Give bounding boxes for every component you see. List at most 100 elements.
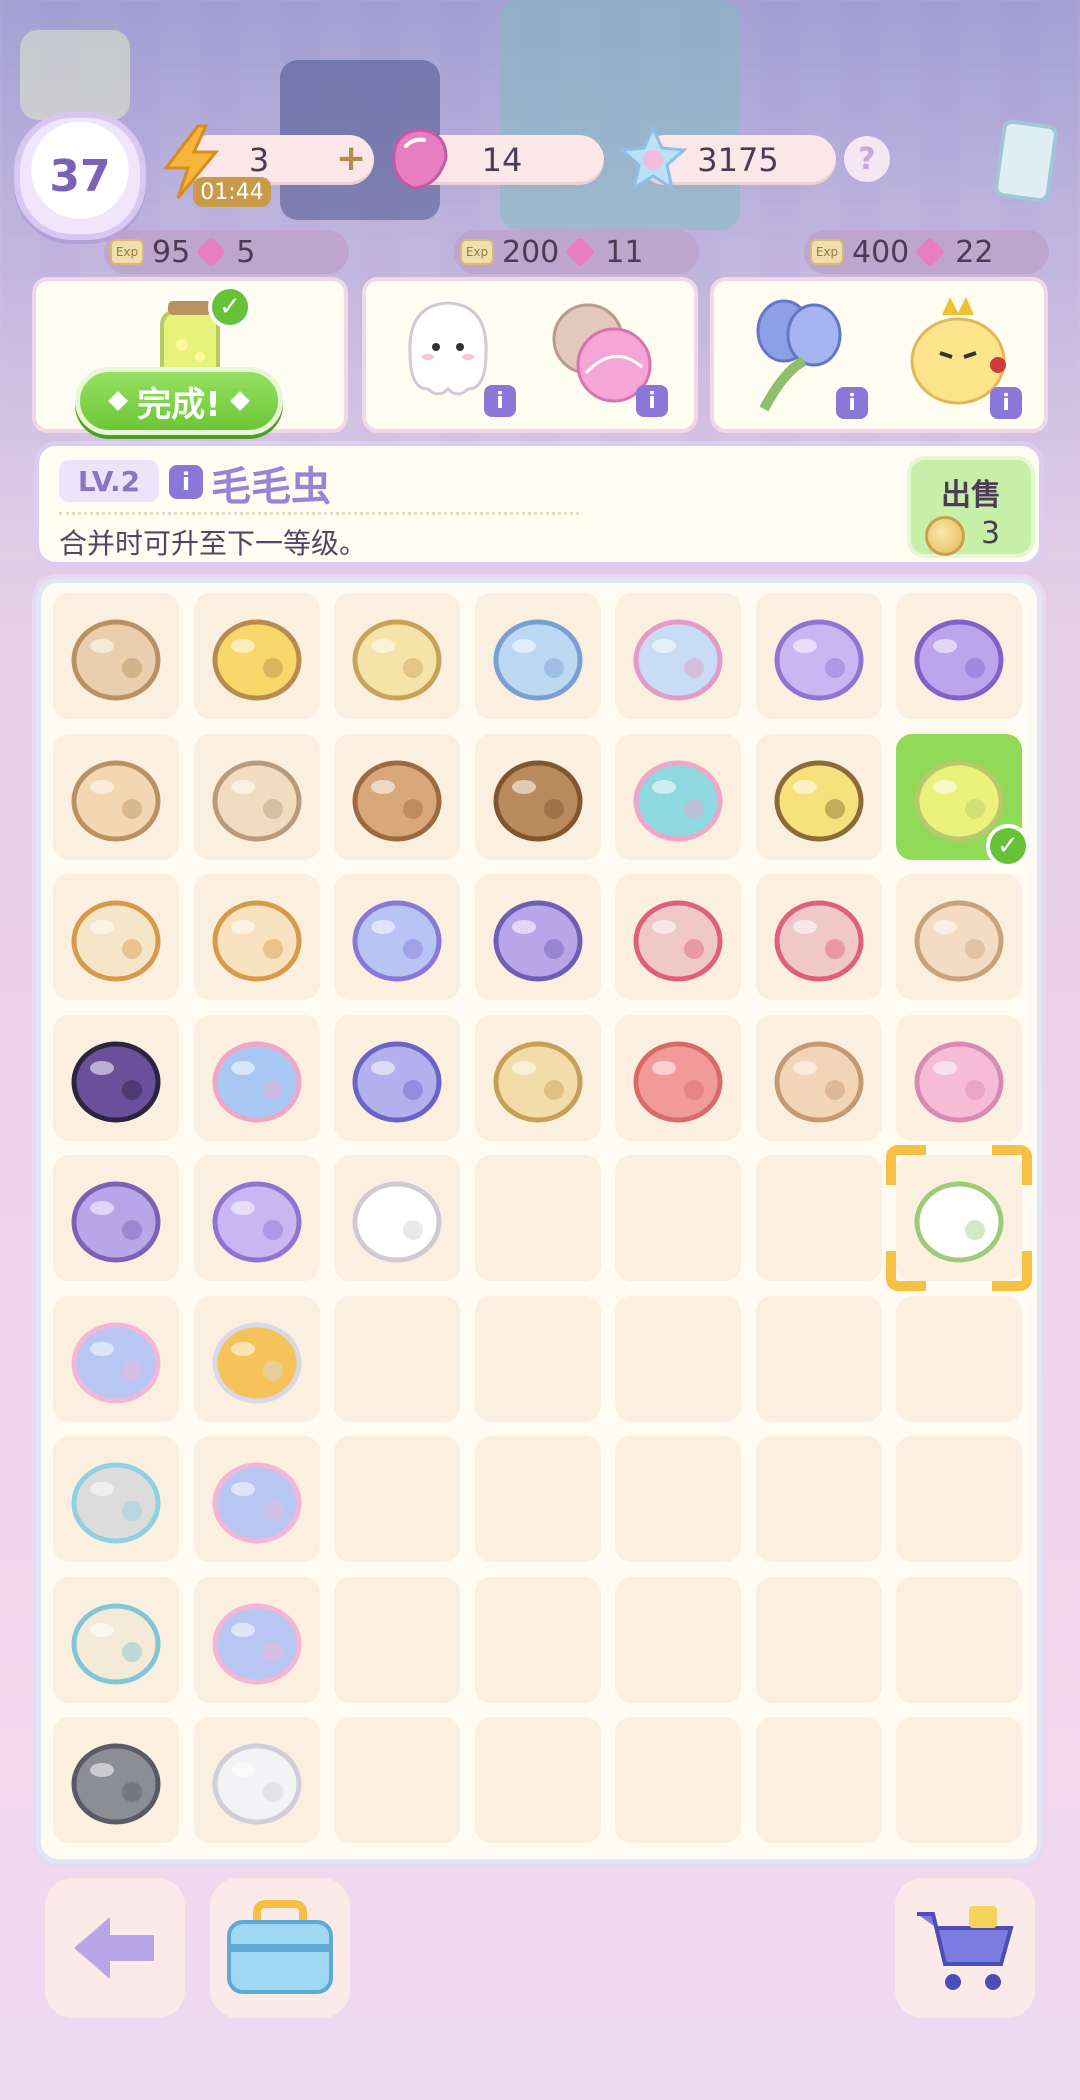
hammer-icon[interactable] [62, 1726, 170, 1834]
tweezers-icon[interactable] [203, 1726, 311, 1834]
board-cell[interactable] [53, 1436, 179, 1562]
satellite-dish-icon[interactable] [203, 1164, 311, 1272]
board-cell[interactable] [615, 1717, 741, 1843]
board-cell[interactable] [896, 1436, 1022, 1562]
anchor-icon[interactable] [62, 1445, 170, 1553]
board-cell[interactable] [334, 874, 460, 1000]
board-cell[interactable] [615, 1576, 741, 1703]
board-cell[interactable] [334, 1155, 460, 1281]
thread-cart-icon[interactable] [62, 743, 170, 851]
board-cell[interactable] [474, 874, 601, 1000]
board-cell[interactable] [755, 1436, 882, 1562]
board-cell[interactable] [193, 1436, 320, 1562]
board-cell[interactable] [474, 1295, 601, 1422]
recipe-book-icon[interactable] [992, 118, 1060, 204]
board-cell[interactable] [53, 1295, 179, 1422]
add-energy-button[interactable]: + [336, 138, 366, 179]
rice-cooker-icon[interactable] [343, 602, 451, 710]
wood-slice-icon[interactable] [343, 743, 451, 851]
board-cell[interactable] [193, 1717, 320, 1843]
sewing-machine-icon[interactable] [484, 602, 592, 710]
board-cell[interactable] [474, 593, 601, 719]
board-cell[interactable] [615, 1014, 741, 1141]
board-cell[interactable] [615, 733, 741, 860]
board-cell[interactable] [53, 1155, 179, 1281]
toolbox-button[interactable] [210, 1878, 350, 2018]
flower-basket-icon[interactable] [203, 602, 311, 710]
board-cell[interactable] [474, 1436, 601, 1562]
board-cell[interactable] [896, 1576, 1022, 1703]
board-cell[interactable] [334, 1436, 460, 1562]
board-cell[interactable] [334, 593, 460, 719]
board-cell[interactable] [53, 1717, 179, 1843]
board-cell[interactable] [755, 874, 882, 1000]
board-cell[interactable] [334, 1576, 460, 1703]
board-cell[interactable] [53, 1014, 179, 1141]
sell-button[interactable]: 出售 3 [907, 456, 1035, 558]
board-cell[interactable] [755, 1576, 882, 1703]
board-cell[interactable] [53, 593, 179, 719]
thread-spool-icon[interactable] [62, 1586, 170, 1694]
board-cell[interactable] [755, 1155, 882, 1281]
board-cell[interactable] [193, 1576, 320, 1703]
board-cell[interactable] [896, 1014, 1022, 1141]
board-cell[interactable] [896, 1295, 1022, 1422]
board-cell[interactable] [615, 593, 741, 719]
board-cell[interactable] [755, 1295, 882, 1422]
help-button[interactable]: ? [844, 136, 890, 182]
violet-device-icon[interactable] [484, 883, 592, 991]
fishing-rod-2-icon[interactable] [765, 883, 873, 991]
board-cell[interactable] [615, 1155, 741, 1281]
cocoon-icon[interactable] [203, 743, 311, 851]
board-cell[interactable] [474, 1014, 601, 1141]
purple-butterfly-icon[interactable] [905, 602, 1013, 710]
spool-stand-icon[interactable] [62, 602, 170, 710]
board-cell[interactable] [474, 733, 601, 860]
shop-button[interactable] [895, 1878, 1035, 2018]
board-cell[interactable] [193, 733, 320, 860]
board-cell[interactable] [334, 733, 460, 860]
circuit-board-icon[interactable] [62, 1164, 170, 1272]
board-cell[interactable] [474, 1576, 601, 1703]
flower-net-icon[interactable] [203, 883, 311, 991]
board-cell[interactable] [474, 1717, 601, 1843]
board-cell[interactable] [334, 1014, 460, 1141]
complete-order-button[interactable]: 完成! [75, 367, 283, 435]
board-cell[interactable] [896, 593, 1022, 719]
tamagotchi-icon[interactable] [765, 602, 873, 710]
board-cell[interactable] [53, 733, 179, 860]
board-cell[interactable] [193, 1295, 320, 1422]
bees-icon[interactable] [765, 743, 873, 851]
board-cell[interactable] [615, 874, 741, 1000]
heart-net-icon[interactable] [62, 883, 170, 991]
player-level-badge[interactable]: 37 [14, 112, 146, 240]
board-cell[interactable] [193, 874, 320, 1000]
info-icon[interactable]: i [836, 387, 868, 419]
back-button[interactable] [45, 1878, 185, 2018]
info-icon[interactable]: i [484, 385, 516, 417]
ribbon-bowl-icon[interactable] [203, 1024, 311, 1132]
board-cell[interactable]: ✓ [896, 733, 1030, 868]
board-cell[interactable] [755, 733, 882, 860]
board-cell[interactable] [896, 1717, 1022, 1843]
basket-icon[interactable] [484, 743, 592, 851]
board-cell[interactable] [334, 1295, 460, 1422]
coral-icon[interactable] [624, 1024, 732, 1132]
hamster-bed-icon[interactable] [905, 1024, 1013, 1132]
fishing-rod-icon[interactable] [624, 883, 732, 991]
butterfly-icon[interactable] [343, 883, 451, 991]
ghost-icon[interactable] [343, 1164, 451, 1272]
fabric-sheet-icon[interactable] [203, 1586, 311, 1694]
sewing-machine-pink-icon[interactable] [624, 602, 732, 710]
board-cell[interactable] [193, 593, 320, 719]
order-card-3[interactable]: i i [710, 277, 1048, 433]
iris-flower-icon[interactable] [343, 1024, 451, 1132]
board-cell[interactable] [334, 1717, 460, 1843]
cat-guitar-icon[interactable] [62, 1024, 170, 1132]
fish-bowl-icon[interactable] [624, 743, 732, 851]
hamster-2-icon[interactable] [765, 1024, 873, 1132]
item-info-icon[interactable]: i [169, 465, 203, 499]
board-cell[interactable] [193, 1155, 320, 1281]
order-card-2[interactable]: i i [362, 277, 698, 433]
board-cell[interactable] [474, 1155, 601, 1281]
